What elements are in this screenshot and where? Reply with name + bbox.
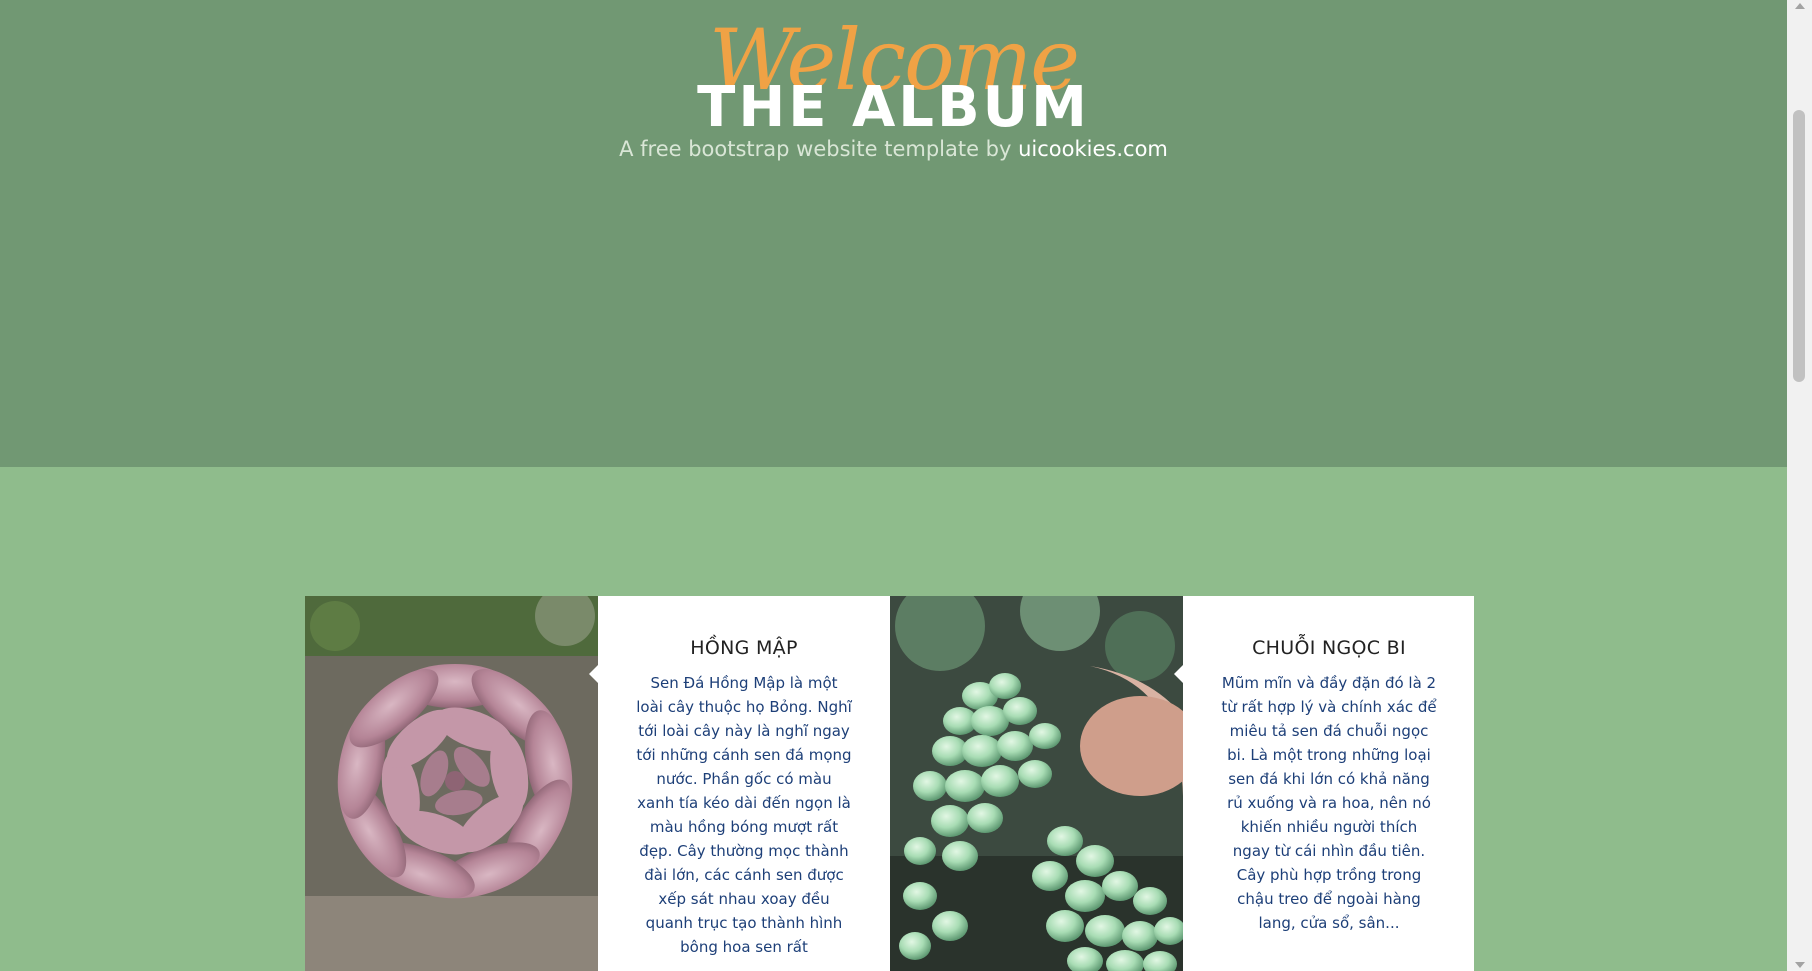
card-info-hong-map: HỒNG MẬP Sen Đá Hồng Mập là một loài cây… xyxy=(589,596,890,971)
scrollbar-thumb[interactable] xyxy=(1793,110,1805,382)
hero-section: Welcome THE ALBUM A free bootstrap websi… xyxy=(0,0,1787,467)
hero-subtitle: A free bootstrap website template by uic… xyxy=(0,136,1787,163)
card-title[interactable]: CHUỖI NGỌC BI xyxy=(1221,637,1437,659)
hero-subtitle-text: A free bootstrap website template by xyxy=(619,137,1019,161)
succulent-pink-image xyxy=(305,596,598,971)
page: Welcome THE ALBUM A free bootstrap websi… xyxy=(0,0,1787,971)
album-grid: HỒNG MẬP Sen Đá Hồng Mập là một loài cây… xyxy=(305,596,1474,971)
card-info-chuoi-ngoc-bi: CHUỖI NGỌC BI Mũm mĩn và đầy đặn đó là 2… xyxy=(1174,596,1474,971)
scroll-up-arrow-icon[interactable] xyxy=(1795,3,1805,9)
card-image-hong-map[interactable] xyxy=(305,596,598,971)
vertical-scrollbar[interactable] xyxy=(1787,0,1812,971)
hero-title: THE ALBUM xyxy=(697,75,1090,140)
card-description: Mũm mĩn và đầy đặn đó là 2 từ rất hợp lý… xyxy=(1221,674,1437,932)
card-title[interactable]: HỒNG MẬP xyxy=(636,637,852,659)
card-image-chuoi-ngoc-bi[interactable] xyxy=(890,596,1183,971)
scroll-down-arrow-icon[interactable] xyxy=(1795,962,1805,968)
succulent-green-image xyxy=(890,596,1183,971)
uicookies-link[interactable]: uicookies.com xyxy=(1018,137,1168,161)
card-description: Sen Đá Hồng Mập là một loài cây thuộc họ… xyxy=(636,674,852,956)
